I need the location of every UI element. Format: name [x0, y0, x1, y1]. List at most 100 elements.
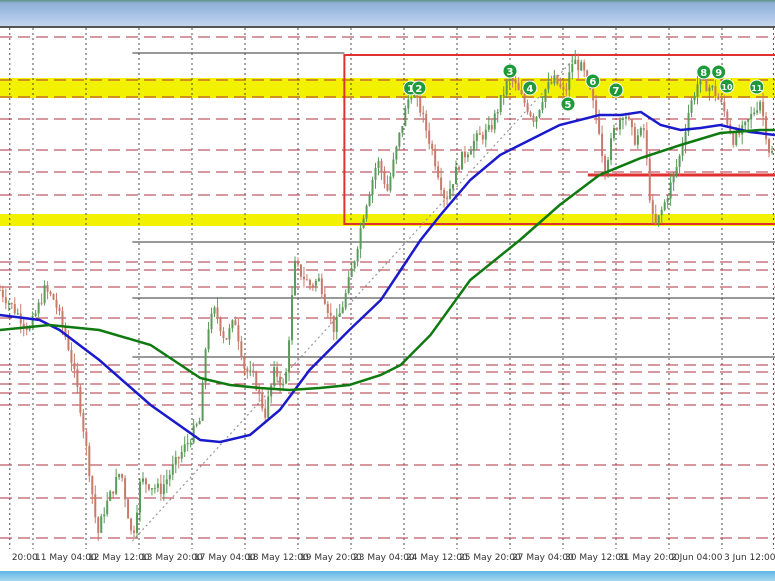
swing-marker: 4	[522, 80, 538, 96]
candle-body	[159, 483, 162, 495]
marker-label: 7	[613, 86, 620, 97]
candle-body	[490, 125, 493, 130]
candle-body	[374, 167, 377, 180]
candle-body	[484, 129, 487, 140]
candle-body	[472, 140, 475, 151]
candle-body	[452, 184, 455, 189]
candle-body	[347, 277, 350, 294]
candle-body	[127, 499, 130, 519]
candle-body	[13, 304, 16, 314]
candle-body	[279, 376, 282, 386]
candle-body	[219, 318, 222, 332]
candle-body	[46, 285, 49, 292]
candle-body	[705, 77, 708, 92]
candle-body	[520, 90, 523, 95]
candle-body	[85, 431, 88, 447]
candle-body	[103, 514, 106, 517]
candle-body	[469, 150, 472, 155]
candle-body	[460, 151, 463, 170]
candle-body	[389, 176, 392, 191]
candle-body	[526, 103, 529, 113]
candle-body	[168, 474, 171, 480]
candle-body	[455, 166, 458, 185]
candle-body	[138, 481, 141, 513]
candle-body	[621, 118, 624, 120]
candle-body	[76, 369, 79, 387]
candle-body	[547, 82, 550, 90]
candle-body	[261, 392, 264, 409]
candle-body	[73, 362, 76, 370]
candle-body	[601, 133, 604, 156]
candle-body	[180, 451, 183, 459]
candle-body	[615, 128, 618, 130]
candle-body	[249, 370, 252, 373]
candle-body	[693, 97, 696, 101]
x-tick-label: 20:00	[11, 553, 38, 563]
candle-body	[672, 173, 675, 183]
candle-body	[610, 138, 613, 161]
candle-body	[487, 125, 490, 130]
price-chart[interactable]: 1 2345678 910 11	[0, 0, 775, 549]
candle-body	[413, 94, 416, 98]
candle-body	[234, 320, 237, 326]
candle-body	[121, 474, 124, 479]
candle-body	[204, 349, 207, 383]
candle-body	[246, 368, 249, 373]
candle-body	[112, 491, 115, 494]
candle-body	[708, 87, 711, 92]
swing-marker: 2	[411, 80, 427, 96]
swing-marker: 6	[585, 73, 601, 89]
candle-body	[440, 177, 443, 190]
x-tick-label: 2 Jun 04:00	[671, 553, 723, 563]
candle-body	[493, 113, 496, 130]
candle-body	[627, 116, 630, 120]
candle-body	[335, 316, 338, 332]
candle-body	[365, 205, 368, 219]
candle-body	[768, 139, 771, 153]
marker-label: 6	[589, 77, 596, 88]
candle-body	[428, 130, 431, 144]
candle-body	[720, 99, 723, 102]
candle-body	[297, 260, 299, 265]
candle-body	[505, 80, 508, 95]
swing-marker: 11	[749, 79, 765, 95]
candle-body	[750, 113, 753, 120]
candle-body	[106, 500, 109, 515]
candle-body	[37, 302, 40, 314]
candle-body	[285, 371, 288, 384]
swing-marker: 8	[696, 64, 712, 80]
candle-body	[744, 121, 747, 126]
x-tick-label: 3 Jun 12:00	[724, 553, 775, 563]
candle-body	[574, 59, 577, 65]
candle-body	[753, 112, 756, 114]
candle-body	[67, 337, 70, 350]
candle-body	[82, 412, 85, 432]
candle-body	[350, 268, 353, 278]
candle-body	[577, 59, 580, 71]
candle-body	[481, 134, 484, 140]
candle-body	[43, 285, 46, 304]
candle-body	[40, 302, 43, 304]
candle-body	[475, 133, 478, 141]
candle-body	[425, 114, 428, 131]
candle-body	[583, 62, 586, 71]
candle-body	[380, 160, 383, 173]
candle-body	[16, 313, 19, 315]
candle-body	[353, 261, 356, 269]
candle-body	[502, 94, 505, 96]
candle-body	[592, 88, 595, 101]
candle-body	[0, 290, 1, 291]
candle-body	[258, 389, 261, 393]
trendline	[131, 57, 576, 542]
chart-tabs-bar	[0, 571, 775, 581]
candle-body	[690, 100, 693, 113]
candle-body	[681, 144, 684, 156]
candle-body	[314, 280, 317, 286]
candle-body	[383, 172, 386, 185]
candle-body	[407, 99, 410, 109]
candle-body	[496, 112, 499, 114]
candle-body	[630, 119, 633, 128]
candle-body	[115, 477, 118, 494]
candle-body	[338, 313, 341, 317]
candle-body	[183, 444, 186, 452]
